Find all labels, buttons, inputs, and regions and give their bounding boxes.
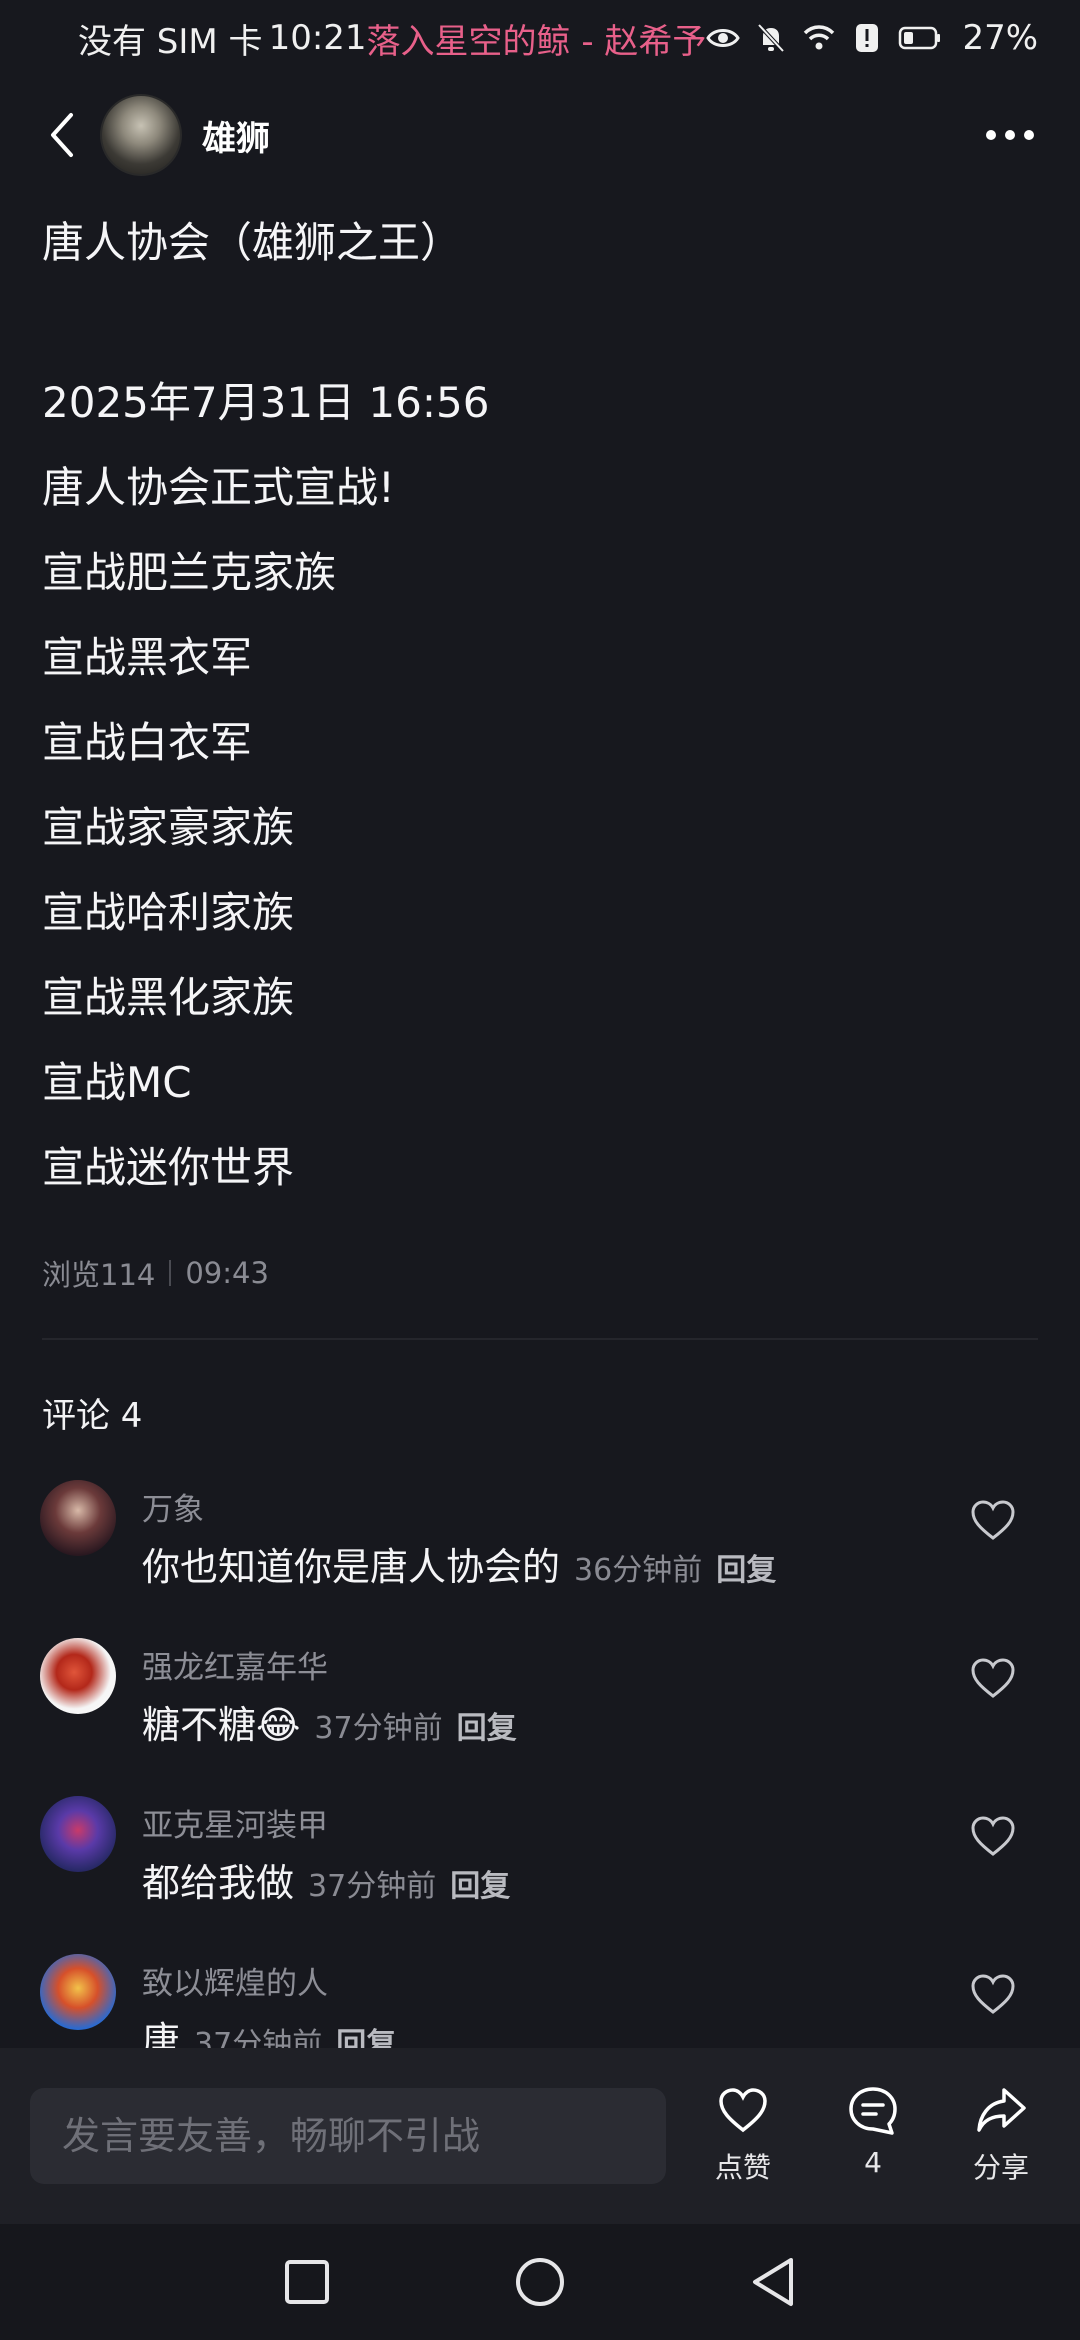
home-button[interactable] — [505, 2247, 575, 2317]
commenter-avatar[interactable] — [40, 1796, 116, 1872]
post-line: 宣战迷你世界 — [42, 1143, 295, 1192]
post-title: 唐人协会（雄狮之王） — [42, 218, 463, 267]
commenter-avatar[interactable] — [40, 1954, 116, 2030]
post-header: 雄狮 — [0, 92, 1080, 178]
comment-time: 37分钟前 — [308, 1869, 437, 1904]
back-button[interactable] — [42, 105, 82, 165]
comment-time: 36分钟前 — [574, 1553, 703, 1588]
post-line: 宣战黑衣军 — [42, 633, 253, 682]
comments-button[interactable]: 4 — [818, 2084, 928, 2179]
post-line: 宣战肥兰克家族 — [42, 548, 337, 597]
heart-icon — [719, 2088, 767, 2133]
comment-body: 都给我做 37分钟前 回复 — [142, 1852, 510, 1907]
eye-icon — [706, 29, 741, 47]
post-line: 宣战哈利家族 — [42, 888, 295, 937]
reply-button[interactable]: 回复 — [716, 1545, 776, 1589]
back-icon — [51, 113, 73, 157]
heart-icon[interactable] — [968, 1970, 1018, 2020]
comment-count: 4 — [864, 2146, 882, 2179]
alert-icon — [856, 24, 879, 52]
comments-title: 评论 4 — [42, 1396, 143, 1436]
reply-button[interactable]: 回复 — [450, 1861, 510, 1905]
commenter-avatar[interactable] — [40, 1638, 116, 1714]
author-name[interactable]: 雄狮 — [202, 111, 270, 160]
bell-off-icon — [757, 23, 785, 53]
post-line: 宣战MC — [42, 1058, 192, 1107]
comment-text: 唐 — [142, 2019, 181, 2048]
post-line: 宣战家豪家族 — [42, 803, 295, 852]
comment-time: 37分钟前 — [194, 2027, 323, 2048]
reply-button[interactable]: 回复 — [336, 2019, 396, 2048]
share-button[interactable]: 分享 — [946, 2084, 1056, 2186]
square-icon — [284, 2260, 329, 2304]
post-line: 2025年7月31日 16:56 — [42, 378, 490, 427]
comment-bubble-icon — [849, 2087, 897, 2135]
heart-icon[interactable] — [968, 1654, 1018, 1704]
author-avatar[interactable] — [100, 94, 182, 176]
recent-apps-button[interactable] — [272, 2247, 342, 2317]
commenter-name[interactable]: 万象 — [142, 1484, 204, 1529]
circle-icon — [515, 2258, 564, 2306]
more-icon — [986, 130, 1034, 140]
comment-text: 糖不糖😂 — [142, 1703, 301, 1747]
view-count: 浏览114 — [42, 1258, 156, 1292]
comment-time: 37分钟前 — [314, 1711, 443, 1746]
like-button[interactable]: 点赞 — [688, 2084, 798, 2186]
post-content: 唐人协会（雄狮之王） 2025年7月31日 16:56 唐人协会正式宣战! 宣战… — [42, 210, 1038, 1210]
share-label: 分享 — [972, 2151, 1029, 2184]
heart-icon[interactable] — [968, 1496, 1018, 1546]
more-options-button[interactable] — [980, 105, 1040, 165]
like-label: 点赞 — [714, 2151, 771, 2184]
commenter-name[interactable]: 亚克星河装甲 — [142, 1800, 328, 1845]
comment-input[interactable] — [30, 2088, 666, 2184]
screen: 没有 SIM 卡 10:21 落入星空的鲸 - 赵希予 27% 雄狮 唐人协会（… — [0, 0, 1080, 2340]
comment-text: 都给我做 — [142, 1861, 295, 1905]
status-bar: 没有 SIM 卡 10:21 落入星空的鲸 - 赵希予 27% — [0, 0, 1080, 76]
post-time: 09:43 — [185, 1256, 269, 1290]
comment-item: 致以辉煌的人 唐 37分钟前 回复 — [40, 1952, 1040, 2048]
comment-body: 糖不糖😂 37分钟前 回复 — [142, 1694, 517, 1749]
commenter-name[interactable]: 致以辉煌的人 — [142, 1958, 328, 2003]
post-line: 宣战黑化家族 — [42, 973, 295, 1022]
comment-text: 你也知道你是唐人协会的 — [142, 1545, 561, 1589]
post-line: 宣战白衣军 — [42, 718, 253, 767]
commenter-avatar[interactable] — [40, 1480, 116, 1556]
battery-percent: 27% — [962, 18, 1039, 58]
reply-button[interactable]: 回复 — [457, 1703, 517, 1747]
comment-item: 万象 你也知道你是唐人协会的 36分钟前 回复 — [40, 1478, 1040, 1628]
carrier-text: 没有 SIM 卡 — [78, 21, 263, 62]
now-playing-text: 落入星空的鲸 - 赵希予 — [366, 21, 707, 62]
system-nav-bar — [0, 2224, 1080, 2340]
comment-item: 强龙红嘉年华 糖不糖😂 37分钟前 回复 — [40, 1636, 1040, 1786]
post-line: 唐人协会正式宣战! — [42, 463, 395, 512]
meta-divider — [169, 1260, 172, 1286]
section-divider — [42, 1338, 1038, 1340]
status-bar-right: 27% — [706, 18, 1038, 58]
wifi-icon — [804, 25, 835, 50]
comment-body: 你也知道你是唐人协会的 36分钟前 回复 — [142, 1536, 776, 1591]
clock-time: 10:21 — [268, 18, 367, 58]
share-icon — [977, 2088, 1026, 2132]
comment-body: 唐 37分钟前 回复 — [142, 2010, 396, 2048]
post-body: 2025年7月31日 16:56 唐人协会正式宣战! 宣战肥兰克家族 宣战黑衣军… — [42, 360, 1038, 1210]
status-bar-left: 没有 SIM 卡 10:21 落入星空的鲸 - 赵希予 — [78, 14, 706, 63]
back-nav-button[interactable] — [738, 2247, 808, 2317]
commenter-name[interactable]: 强龙红嘉年华 — [142, 1642, 328, 1687]
post-meta: 浏览114 09:43 — [42, 1252, 269, 1294]
comment-item: 亚克星河装甲 都给我做 37分钟前 回复 — [40, 1794, 1040, 1944]
heart-icon[interactable] — [968, 1812, 1018, 1862]
bottom-action-bar: 点赞 4 分享 — [0, 2048, 1080, 2224]
triangle-back-icon — [753, 2258, 794, 2306]
battery-icon — [899, 26, 941, 50]
